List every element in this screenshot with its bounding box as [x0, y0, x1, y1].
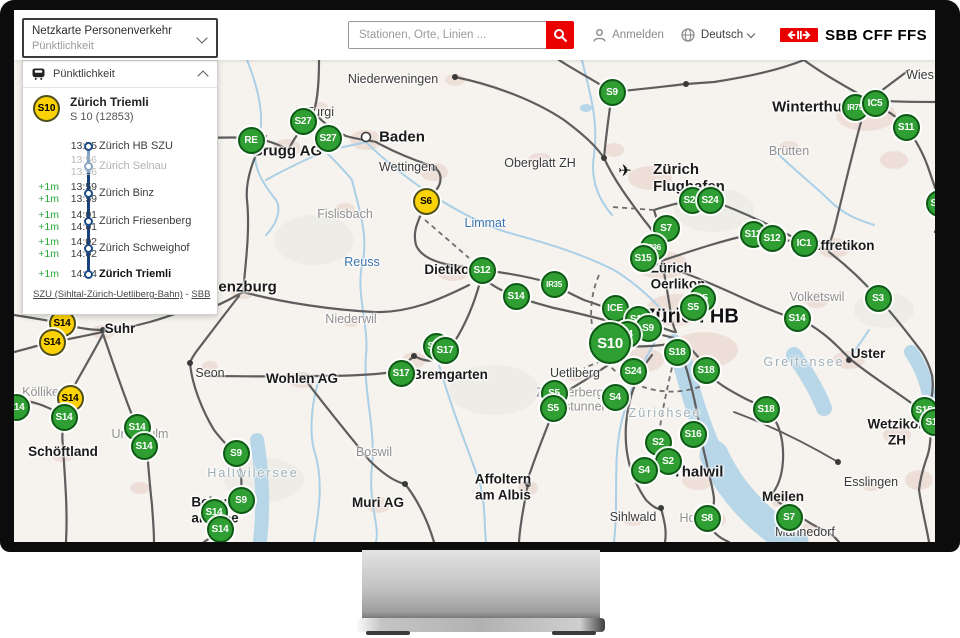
stop-timeline: 13:55Zürich HB SZU13:5613:56Zürich Selna… [23, 61, 217, 314]
monitor-foot-left [366, 631, 410, 635]
line-badge-s14[interactable]: S14 [784, 305, 811, 332]
line-badge-s27[interactable]: S27 [290, 108, 317, 135]
layer-dropdown-subtitle: Pünktlichkeit [32, 39, 208, 53]
line-badge-s14[interactable]: S14 [131, 433, 158, 460]
line-badge-s24[interactable]: S24 [697, 187, 724, 214]
panel-footer: SZU (Sihltal-Zürich-Uetliberg-Bahn) - SB… [33, 289, 210, 300]
stop-name: Zürich Friesenberg [99, 215, 191, 227]
line-badge-s14[interactable]: S14 [51, 404, 78, 431]
line-badge-s7[interactable]: S7 [776, 504, 803, 531]
line-badge-ir35[interactable]: IR35 [541, 271, 568, 298]
stop-row-z-rich-triemli: +1m14:04Zürich Triemli [23, 262, 217, 286]
punctuality-panel: Pünktlichkeit S10 Zürich Triemli S 10 (1… [22, 60, 218, 315]
sbb-logo[interactable]: SBB CFF FFS [780, 27, 927, 44]
line-badge-s12[interactable]: S12 [469, 257, 496, 284]
search-bar [348, 21, 574, 49]
stop-node [84, 142, 93, 151]
line-badge-s4[interactable]: S4 [602, 384, 629, 411]
operator-link[interactable]: SZU (Sihltal-Zürich-Uetliberg-Bahn) [33, 289, 183, 300]
line-badge-s17[interactable]: S17 [388, 360, 415, 387]
stop-row-z-rich-friesenberg: +1m+1m14:0114:01Zürich Friesenberg [23, 209, 217, 233]
monitor-foot-right [552, 631, 596, 635]
line-badge-s11[interactable]: S11 [893, 114, 920, 141]
airplane-icon: ✈ [618, 161, 631, 181]
line-badge-s14[interactable]: S14 [39, 329, 66, 356]
search-button[interactable] [546, 21, 574, 49]
stop-node [84, 189, 93, 198]
line-badge-s15[interactable]: S15 [630, 245, 657, 272]
search-icon [553, 28, 568, 43]
monitor-base [357, 618, 605, 632]
line-badge-ic5[interactable]: IC5 [862, 90, 889, 117]
stop-name: Zürich Schweighof [99, 242, 190, 254]
line-badge-s2[interactable]: S2 [655, 448, 682, 475]
line-badge-s9[interactable]: S9 [599, 79, 626, 106]
login-button[interactable]: Anmelden [592, 28, 664, 43]
stop-row-z-rich-selnau: 13:5613:56Zürich Selnau [23, 154, 217, 178]
stop-name: Zürich HB SZU [99, 140, 173, 152]
line-badge-s6[interactable]: S6 [413, 188, 440, 215]
stop-row-z-rich-schweighof: +1m+1m14:0214:02Zürich Schweighof [23, 236, 217, 260]
line-badge-s8[interactable]: S8 [694, 505, 721, 532]
top-bar-right: Anmelden Deutsch [592, 10, 927, 60]
monitor-stand [362, 550, 600, 620]
globe-icon [680, 27, 696, 43]
stop-name: Zürich Binz [99, 187, 154, 199]
line-badge-s3[interactable]: S3 [865, 285, 892, 312]
stop-node [84, 217, 93, 226]
line-badge-s27[interactable]: S27 [315, 125, 342, 152]
line-badge-s5[interactable]: S5 [540, 395, 567, 422]
user-icon [592, 28, 607, 43]
screen: NiederweningenTurgiBadenBrugg AGWettinge… [14, 10, 935, 542]
layer-dropdown[interactable]: Netzkarte Personenverkehr Pünktlichkeit [22, 18, 218, 58]
brand-wordmark: SBB CFF FFS [825, 27, 927, 44]
line-badge-s24[interactable]: S24 [620, 358, 647, 385]
line-badge-s18[interactable]: S18 [693, 357, 720, 384]
chevron-down-icon [747, 29, 755, 37]
line-badge-s18[interactable]: S18 [664, 339, 691, 366]
line-badge-s12[interactable]: S12 [759, 225, 786, 252]
language-selector[interactable]: Deutsch [680, 27, 754, 43]
stop-name: Zürich Triemli [99, 268, 171, 280]
login-label: Anmelden [612, 29, 664, 41]
stop-node [84, 162, 93, 171]
stop-node [84, 270, 93, 279]
line-badge-s18[interactable]: S18 [753, 396, 780, 423]
stop-node [84, 244, 93, 253]
line-badge-s17[interactable]: S17 [432, 337, 459, 364]
language-label: Deutsch [701, 29, 743, 41]
line-badge-s14[interactable]: S14 [503, 283, 530, 310]
line-badge-s14[interactable]: S14 [207, 516, 234, 543]
line-badge-s16[interactable]: S16 [680, 421, 707, 448]
line-badge-s5[interactable]: S5 [680, 294, 707, 321]
line-badge-s10[interactable]: S10 [589, 322, 631, 364]
top-bar: Netzkarte Personenverkehr Pünktlichkeit [14, 10, 935, 60]
line-badge-re[interactable]: RE [238, 127, 265, 154]
line-badge-s9[interactable]: S9 [223, 440, 250, 467]
sbb-flag-icon [780, 28, 818, 42]
stop-row-z-rich-binz: +1m+1m13:5913:59Zürich Binz [23, 181, 217, 205]
monitor: NiederweningenTurgiBadenBrugg AGWettinge… [0, 0, 960, 638]
line-badge-ic1[interactable]: IC1 [791, 230, 818, 257]
line-badge-s9[interactable]: S9 [228, 487, 255, 514]
layer-dropdown-title: Netzkarte Personenverkehr [32, 24, 208, 39]
stop-name: Zürich Selnau [99, 160, 167, 172]
line-badge-s4[interactable]: S4 [631, 457, 658, 484]
search-input[interactable] [348, 21, 574, 49]
sbb-link[interactable]: SBB [191, 289, 210, 300]
